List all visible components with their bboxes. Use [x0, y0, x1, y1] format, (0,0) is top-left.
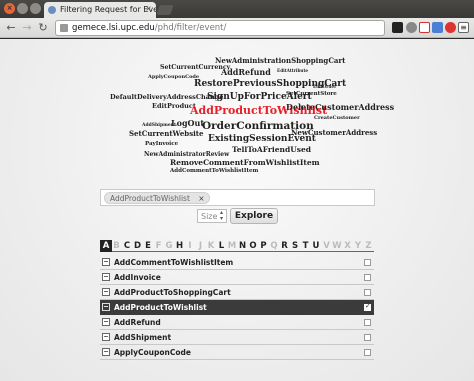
tag-cloud-item[interactable]: PayInvoice: [145, 141, 178, 147]
event-name: AddRefund: [114, 318, 161, 327]
gmail-icon[interactable]: [419, 22, 430, 33]
back-button[interactable]: ←: [4, 21, 18, 35]
tag-cloud-item[interactable]: NewAdministratorReview: [144, 151, 229, 158]
forward-button[interactable]: →: [20, 21, 34, 35]
menu-icon-glyph: ≡: [460, 23, 467, 32]
url-path: /phd/filter/event/: [154, 23, 227, 33]
tag-cloud-item[interactable]: SetCurrentWebsite: [129, 129, 203, 138]
tag-cloud-item[interactable]: TellToAFriendUsed: [232, 145, 311, 154]
address-bar[interactable]: gemece.lsi.upc.edu/phd/filter/event/: [55, 20, 385, 36]
browser-toolbar: ← → ↻ gemece.lsi.upc.edu/phd/filter/even…: [0, 18, 474, 38]
g-icon[interactable]: [432, 22, 443, 33]
window-titlebar: × Filtering Request for Eve ×: [0, 0, 474, 18]
tag-cloud-item[interactable]: AddRefund: [221, 67, 271, 77]
event-list-row[interactable]: AddCommentToWishlistItem: [100, 255, 374, 270]
selected-event-chip[interactable]: AddProductToWishlist ×: [104, 192, 210, 204]
event-name: AddProductToShoppingCart: [114, 288, 231, 297]
event-name: AddInvoice: [114, 273, 161, 282]
new-tab-button[interactable]: [156, 5, 174, 15]
event-list-row[interactable]: AddProductToWishlist: [100, 300, 374, 315]
size-select-value: Size: [201, 212, 218, 221]
event-checkbox[interactable]: [364, 289, 371, 296]
tag-cloud-item[interactable]: EditOrder: [313, 84, 336, 89]
url-host: gemece.lsi.upc.edu: [72, 23, 155, 33]
tag-cloud-item[interactable]: ApplyCouponCode: [148, 74, 199, 80]
browser-tab[interactable]: Filtering Request for Eve ×: [44, 2, 156, 18]
select-arrows-icon: ▴▾: [220, 209, 224, 222]
maximize-window-button[interactable]: [30, 3, 41, 14]
tag-cloud-item[interactable]: RemoveCommentFromWishlistItem: [170, 158, 320, 167]
tag-cloud-item[interactable]: EditAttribute: [277, 68, 308, 73]
minimize-window-button[interactable]: [17, 3, 28, 14]
page-content: NewAdministrationShoppingCart SetCurrentC…: [0, 39, 474, 381]
event-name: AddCommentToWishlistItem: [114, 258, 234, 267]
alphabet-letter-z: Z: [365, 241, 372, 251]
black-square-icon[interactable]: [392, 22, 403, 33]
event-checkbox[interactable]: [364, 349, 371, 356]
chip-remove-icon[interactable]: ×: [198, 194, 204, 203]
tag-cloud-item[interactable]: ExistingSessionEvent: [208, 134, 316, 144]
tab-title: Filtering Request for Eve: [60, 5, 156, 14]
event-type-icon: [102, 273, 110, 281]
alphabet-index: ABCDEFGHIJKLMNOPQRSTUVWXYZ: [100, 240, 374, 252]
tag-cloud-item[interactable]: CreateCustomer: [314, 115, 360, 121]
close-window-button[interactable]: ×: [4, 3, 15, 14]
tag-cloud-item[interactable]: SetCurrentStore: [286, 91, 337, 97]
tag-cloud-item[interactable]: DeleteCustomerAddress: [286, 102, 394, 112]
event-list-row[interactable]: AddInvoice: [100, 270, 374, 285]
event-list: AddCommentToWishlistItem AddInvoice AddPro…: [100, 255, 374, 360]
event-name: AddProductToWishlist: [114, 303, 207, 312]
event-list-row[interactable]: ApplyCouponCode: [100, 345, 374, 360]
event-type-icon: [102, 318, 110, 326]
wrench-icon[interactable]: ≡: [458, 22, 469, 33]
event-type-icon: [102, 288, 110, 296]
tag-cloud-item[interactable]: NewAdministrationShoppingCart: [215, 56, 345, 65]
event-checkbox[interactable]: [364, 259, 371, 266]
size-select[interactable]: Size ▴▾: [197, 209, 227, 223]
event-checkbox[interactable]: [364, 302, 371, 311]
event-checkbox[interactable]: [364, 319, 371, 326]
event-type-icon: [102, 348, 110, 356]
event-name: ApplyCouponCode: [114, 348, 191, 357]
event-type-icon: [102, 258, 110, 266]
chip-label: AddProductToWishlist: [110, 194, 190, 203]
event-list-row[interactable]: AddProductToShoppingCart: [100, 285, 374, 300]
tag-cloud-item[interactable]: AddCommentToWishlistItem: [170, 168, 258, 174]
reload-button[interactable]: ↻: [36, 21, 50, 35]
page-favicon-icon: [48, 6, 56, 14]
event-checkbox[interactable]: [364, 274, 371, 281]
explore-button[interactable]: Explore: [230, 208, 278, 224]
event-name: AddShipment: [114, 333, 172, 342]
event-list-row[interactable]: AddRefund: [100, 315, 374, 330]
event-list-row[interactable]: AddShipment: [100, 330, 374, 345]
event-tag-cloud: NewAdministrationShoppingCart SetCurrentC…: [0, 39, 474, 189]
opera-icon[interactable]: [445, 22, 456, 33]
tag-cloud-item[interactable]: SetCurrentCurrency: [160, 64, 230, 71]
tab-close-icon[interactable]: ×: [145, 4, 152, 13]
tag-cloud-item[interactable]: LogOut: [171, 118, 204, 128]
event-type-icon: [102, 333, 110, 341]
page-icon: [60, 24, 68, 32]
event-filter-input[interactable]: AddProductToWishlist ×: [100, 189, 375, 206]
gear-icon[interactable]: [406, 22, 417, 33]
event-checkbox[interactable]: [364, 334, 371, 341]
event-type-icon: [102, 303, 110, 311]
